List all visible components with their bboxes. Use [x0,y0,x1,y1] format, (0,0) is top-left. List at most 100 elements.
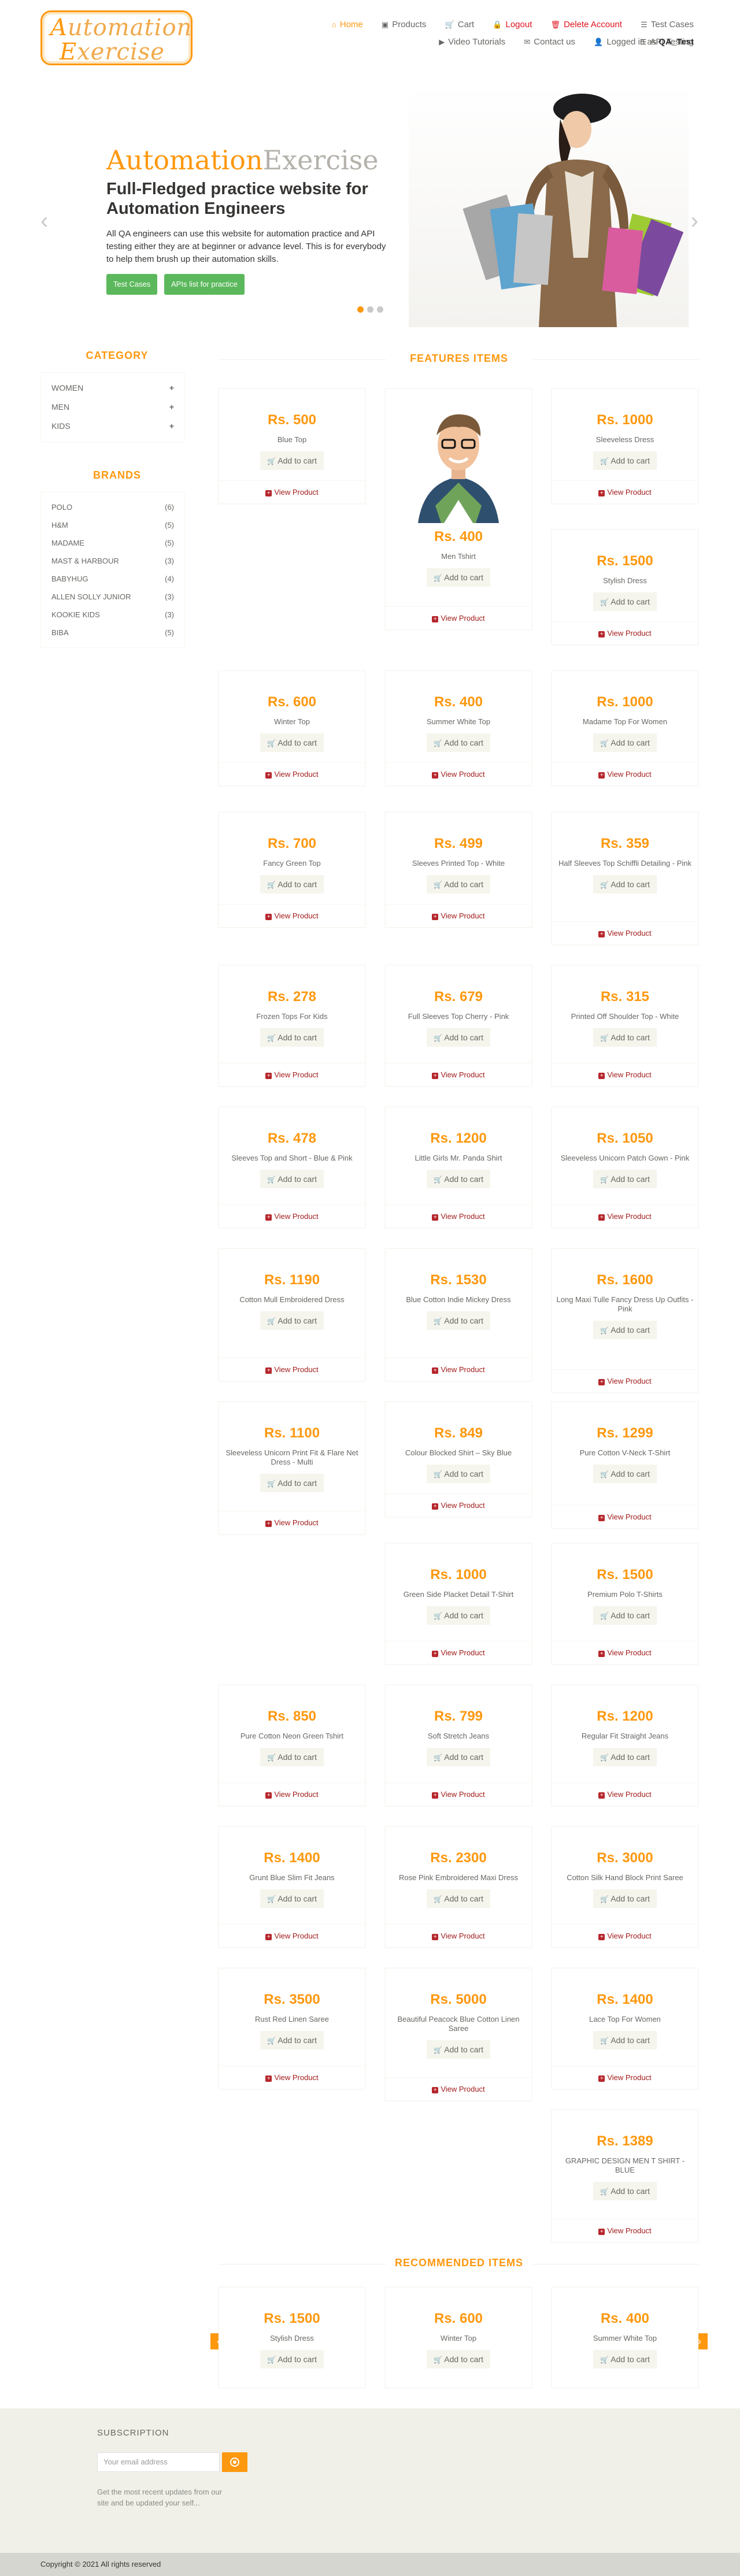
view-product-link[interactable]: + View Product [552,1369,698,1392]
view-product-link[interactable]: + View Product [219,1063,365,1086]
view-product-link[interactable]: + View Product [552,2219,698,2242]
add-to-cart-button[interactable]: Add to cart [427,1311,490,1330]
nav-contact[interactable]: ✉ Contact us [524,34,575,51]
view-product-link[interactable]: + View Product [386,1641,531,1664]
view-product-link[interactable]: + View Product [219,762,365,785]
add-to-cart-button[interactable]: Add to cart [427,2040,490,2059]
add-to-cart-button[interactable]: Add to cart [593,1889,657,1908]
add-to-cart-button[interactable]: Add to cart [593,1606,657,1625]
add-to-cart-button[interactable]: Add to cart [427,1028,490,1047]
view-product-link[interactable]: + View Product [219,1358,365,1381]
add-to-cart-button[interactable]: Add to cart [260,875,324,894]
view-product-link[interactable]: + View Product [552,2066,698,2089]
add-to-cart-button[interactable]: Add to cart [427,1748,490,1766]
nav-products[interactable]: ▣ Products [382,16,427,34]
apis-list-button[interactable]: APIs list for practice [164,274,245,295]
add-to-cart-button[interactable]: Add to cart [427,1606,490,1625]
add-to-cart-button[interactable]: Add to cart [593,875,657,894]
add-to-cart-button[interactable]: Add to cart [593,1465,657,1483]
add-to-cart-button[interactable]: Add to cart [260,1889,324,1908]
view-product-link[interactable]: + View Product [552,762,698,785]
view-product-link[interactable]: + View Product [552,921,698,944]
view-product-link[interactable]: + View Product [219,1511,365,1534]
view-product-link[interactable]: + View Product [552,1204,698,1228]
add-to-cart-button[interactable]: Add to cart [260,1311,324,1330]
add-to-cart-button[interactable]: Add to cart [260,2031,324,2049]
brand-babyhug[interactable]: Babyhug (4) [51,570,174,588]
add-to-cart-button[interactable]: Add to cart [427,568,490,587]
view-product-link[interactable]: + View Product [552,1782,698,1806]
view-product-link[interactable]: + View Product [386,1924,531,1947]
add-to-cart-button[interactable]: Add to cart [260,1170,324,1188]
brand-allen-solly-junior[interactable]: Allen Solly Junior (3) [51,588,174,606]
add-to-cart-button[interactable]: Add to cart [260,2350,324,2369]
nav-home[interactable]: ⌂ Home [332,16,363,34]
add-to-cart-button[interactable]: Add to cart [593,2350,657,2369]
view-product-link[interactable]: + View Product [552,1505,698,1528]
category-men[interactable]: Men + [51,398,174,417]
brand-biba[interactable]: Biba (5) [51,624,174,642]
view-product-link[interactable]: + View Product [219,480,365,503]
add-to-cart-button[interactable]: Add to cart [260,1474,324,1492]
add-to-cart-button[interactable]: Add to cart [593,1028,657,1047]
view-product-link[interactable]: + View Product [386,1358,531,1381]
view-product-link[interactable]: + View Product [386,1493,531,1517]
view-product-link[interactable]: + View Product [552,1063,698,1086]
test-cases-button[interactable]: Test Cases [106,274,158,295]
view-product-link[interactable]: + View Product [219,904,365,927]
add-to-cart-button[interactable]: Add to cart [427,1465,490,1483]
subscribe-button[interactable] [222,2452,247,2472]
nav-delete-account[interactable]: 🗑 Delete Account [551,16,622,34]
add-to-cart-button[interactable]: Add to cart [427,1889,490,1908]
view-product-link[interactable]: + View Product [386,904,531,927]
view-product-link[interactable]: + View Product [219,1204,365,1228]
view-product-link[interactable]: + View Product [219,1782,365,1806]
add-to-cart-button[interactable]: Add to cart [593,592,657,611]
slider-dot-2[interactable] [367,306,373,313]
add-to-cart-button[interactable]: Add to cart [593,1321,657,1339]
nav-cart[interactable]: 🛒 Cart [445,16,475,34]
add-to-cart-button[interactable]: Add to cart [593,451,657,470]
slider-next-chevron-right-icon[interactable]: › [691,208,698,234]
add-to-cart-button[interactable]: Add to cart [427,1170,490,1188]
view-product-link[interactable]: + View Product [552,480,698,503]
view-product-link[interactable]: + View Product [386,762,531,785]
add-to-cart-button[interactable]: Add to cart [260,1748,324,1766]
subscribe-email-input[interactable]: Your email address [97,2452,220,2472]
brand-mast-harbour[interactable]: Mast & Harbour (3) [51,552,174,570]
view-product-link[interactable]: + View Product [386,1063,531,1086]
slider-dot-1[interactable] [357,306,364,313]
add-to-cart-button[interactable]: Add to cart [593,733,657,752]
view-product-link[interactable]: + View Product [552,621,698,644]
brand-hm[interactable]: H&M (5) [51,516,174,534]
add-to-cart-button[interactable]: Add to cart [427,875,490,894]
site-logo[interactable]: Automation Exercise [40,10,193,65]
view-product-link[interactable]: + View Product [386,1782,531,1806]
nav-logout[interactable]: 🔒 Logout [493,16,532,34]
brand-kookie-kids[interactable]: Kookie Kids (3) [51,606,174,624]
view-product-link[interactable]: + View Product [219,1924,365,1947]
view-product-link[interactable]: + View Product [552,1924,698,1947]
brand-polo[interactable]: Polo (6) [51,498,174,516]
view-product-link[interactable]: + View Product [219,2066,365,2089]
category-kids[interactable]: Kids + [51,417,174,436]
add-to-cart-button[interactable]: Add to cart [593,1748,657,1766]
slider-prev-chevron-left-icon[interactable]: ‹ [40,208,48,234]
add-to-cart-button[interactable]: Add to cart [260,733,324,752]
view-product-link[interactable]: + View Product [386,606,531,629]
view-product-link[interactable]: + View Product [386,2077,531,2100]
nav-test-cases[interactable]: ☰ Test Cases [641,16,694,34]
view-product-link[interactable]: + View Product [386,1204,531,1228]
add-to-cart-button[interactable]: Add to cart [427,733,490,752]
add-to-cart-button[interactable]: Add to cart [260,1028,324,1047]
nav-video-tutorials[interactable]: ▶ Video Tutorials [439,34,505,51]
slider-dot-3[interactable] [377,306,383,313]
view-product-link[interactable]: + View Product [552,1641,698,1664]
add-to-cart-button[interactable]: Add to cart [260,451,324,470]
brand-madame[interactable]: Madame (5) [51,534,174,552]
add-to-cart-button[interactable]: Add to cart [427,2350,490,2369]
add-to-cart-button[interactable]: Add to cart [593,1170,657,1188]
category-women[interactable]: Women + [51,379,174,398]
add-to-cart-button[interactable]: Add to cart [593,2031,657,2049]
add-to-cart-button[interactable]: Add to cart [593,2182,657,2200]
